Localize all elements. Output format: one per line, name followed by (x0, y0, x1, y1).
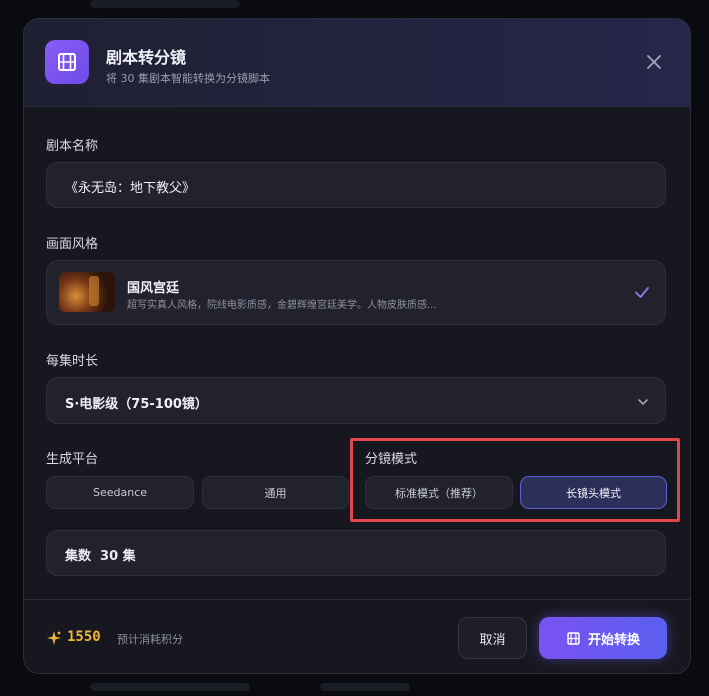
backdrop-element (90, 0, 240, 8)
chevron-down-icon (638, 399, 648, 405)
mode-option-long-take[interactable]: 长镜头模式 (520, 476, 667, 509)
close-icon (647, 55, 661, 69)
film-icon (45, 40, 89, 84)
start-convert-button[interactable]: 开始转换 (539, 617, 667, 659)
mode-option-standard[interactable]: 标准模式（推荐） (365, 476, 513, 509)
backdrop-element (320, 683, 410, 691)
visual-style-label: 画面风格 (46, 237, 99, 252)
style-description: 超写实真人风格，院线电影质感，金碧辉煌宫廷美学。人物皮肤质感... (127, 300, 437, 311)
sparkle-icon (47, 631, 61, 645)
cancel-button[interactable]: 取消 (458, 617, 527, 659)
episodes-text: 集数 30 集 (65, 549, 136, 564)
visual-style-card[interactable]: 国风宫廷 超写实真人风格，院线电影质感，金碧辉煌宫廷美学。人物皮肤质感... (46, 260, 666, 325)
storyboard-mode-label: 分镜模式 (365, 452, 418, 467)
style-name: 国风宫廷 (127, 281, 180, 296)
close-button[interactable] (644, 52, 664, 72)
episodes-info: 集数 30 集 (46, 530, 666, 576)
script-name-input[interactable]: 《永无岛：地下教父》 (46, 162, 666, 208)
duration-value: S·电影级（75-100镜） (65, 397, 208, 412)
start-convert-label: 开始转换 (587, 632, 640, 648)
film-icon (567, 631, 580, 645)
duration-select[interactable]: S·电影级（75-100镜） (46, 377, 666, 424)
platform-label: 生成平台 (46, 452, 99, 467)
points-label: 预计消耗积分 (117, 633, 183, 646)
platform-option-seedance[interactable]: Seedance (46, 476, 194, 509)
points-value: 1550 (67, 629, 101, 645)
script-name-value: 《永无岛：地下教父》 (65, 181, 196, 196)
check-icon (635, 287, 649, 298)
duration-label: 每集时长 (46, 354, 99, 369)
dialog-title: 剧本转分镜 (106, 48, 187, 67)
style-thumbnail (59, 272, 115, 312)
dialog-header: 剧本转分镜 将 30 集剧本智能转换为分镜脚本 (24, 19, 690, 107)
dialog-subtitle: 将 30 集剧本智能转换为分镜脚本 (106, 72, 270, 85)
backdrop-element (90, 683, 250, 691)
platform-option-general[interactable]: 通用 (202, 476, 349, 509)
script-name-label: 剧本名称 (46, 139, 99, 154)
storyboard-dialog: 剧本转分镜 将 30 集剧本智能转换为分镜脚本 剧本名称 《永无岛：地下教父》 … (23, 18, 691, 674)
dialog-footer: 1550 预计消耗积分 取消 开始转换 (24, 599, 690, 673)
